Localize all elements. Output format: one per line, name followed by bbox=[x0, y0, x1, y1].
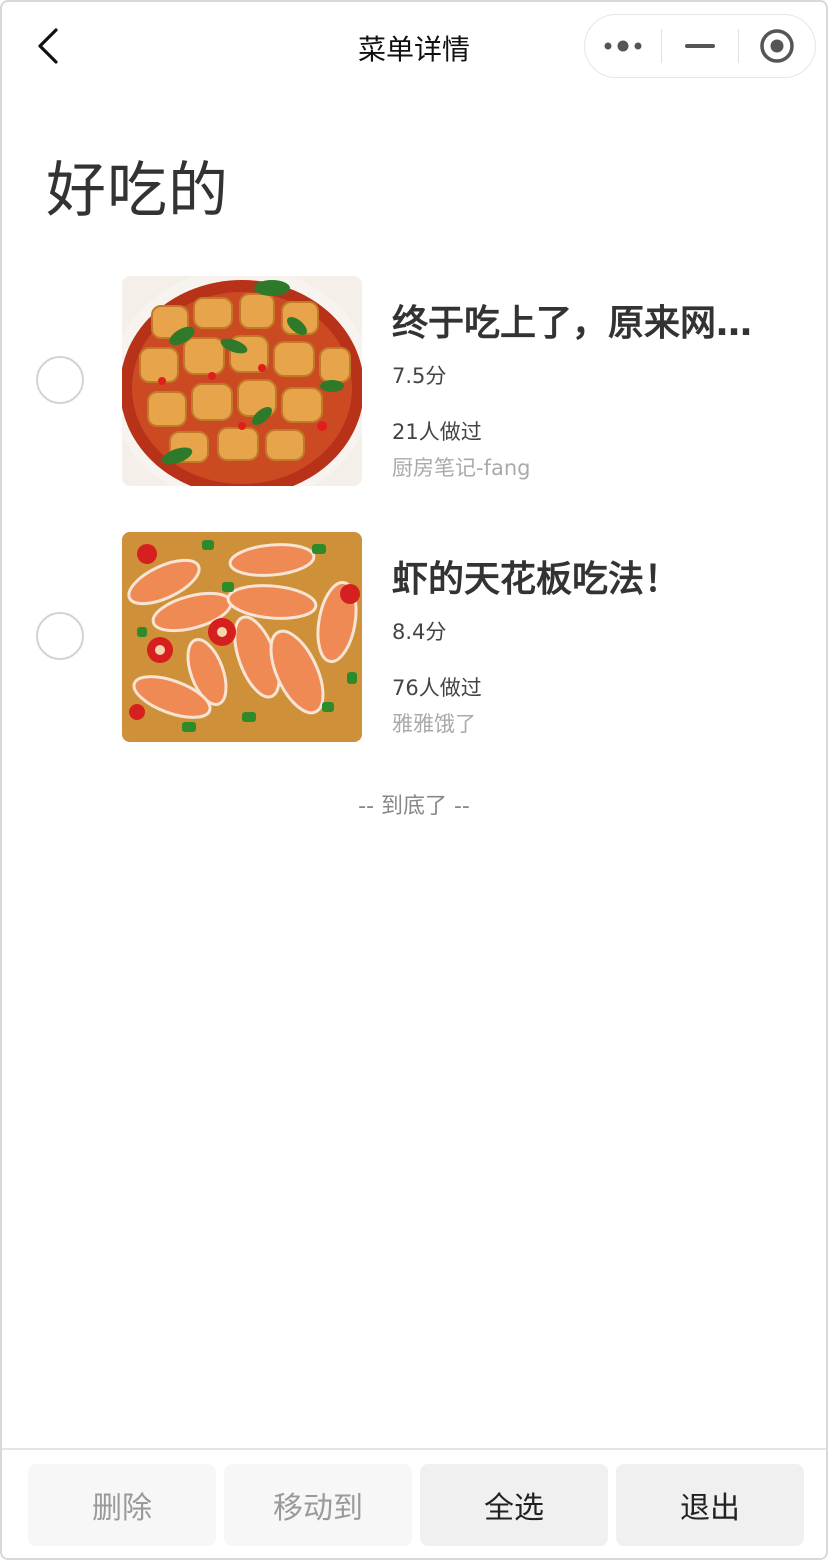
minimize-button[interactable] bbox=[662, 15, 738, 77]
more-dots-icon bbox=[604, 40, 642, 52]
recipe-score: 8.4分 bbox=[392, 620, 447, 644]
end-of-list-text: -- 到底了 -- bbox=[358, 794, 470, 819]
move-to-button[interactable]: 移动到 bbox=[224, 1464, 412, 1546]
app-window: 菜单详情 好吃的 终于吃上了，原来网… 7.5分 21人做过 厨房笔记-fang… bbox=[0, 0, 828, 1560]
bottom-toolbar: 删除 移动到 全选 退出 bbox=[2, 1448, 826, 1558]
recipe-title[interactable]: 终于吃上了，原来网… bbox=[392, 294, 782, 346]
recipe-author: 厨房笔记-fang bbox=[392, 456, 531, 480]
recipe-made-count: 21人做过 bbox=[392, 420, 482, 444]
recipe-list: 终于吃上了，原来网… 7.5分 21人做过 厨房笔记-fang 虾的天花板吃法！… bbox=[2, 276, 826, 788]
page-title: 好吃的 bbox=[46, 156, 229, 226]
recipe-author: 雅雅饿了 bbox=[392, 712, 476, 736]
nav-bar: 菜单详情 bbox=[2, 2, 826, 92]
list-item[interactable]: 虾的天花板吃法！ 8.4分 76人做过 雅雅饿了 bbox=[2, 532, 826, 788]
recipe-image[interactable] bbox=[122, 276, 362, 486]
record-circle-icon bbox=[760, 29, 794, 63]
select-all-button[interactable]: 全选 bbox=[420, 1464, 608, 1546]
exit-button[interactable]: 退出 bbox=[616, 1464, 804, 1546]
delete-button[interactable]: 删除 bbox=[28, 1464, 216, 1546]
minimize-icon bbox=[685, 44, 715, 48]
more-button[interactable] bbox=[585, 15, 661, 77]
list-item[interactable]: 终于吃上了，原来网… 7.5分 21人做过 厨房笔记-fang bbox=[2, 276, 826, 532]
select-radio[interactable] bbox=[36, 356, 84, 404]
recipe-made-count: 76人做过 bbox=[392, 676, 482, 700]
recipe-title[interactable]: 虾的天花板吃法！ bbox=[392, 550, 782, 602]
mini-program-capsule bbox=[584, 14, 816, 78]
select-radio[interactable] bbox=[36, 612, 84, 660]
recipe-image[interactable] bbox=[122, 532, 362, 742]
recipe-score: 7.5分 bbox=[392, 364, 447, 388]
close-button[interactable] bbox=[739, 15, 815, 77]
